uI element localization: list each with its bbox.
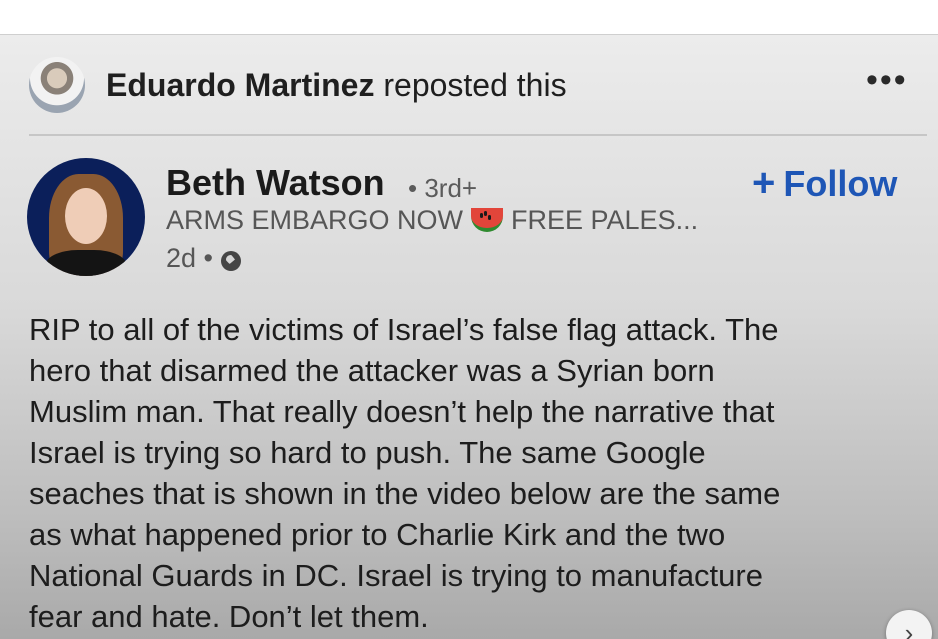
post-line: Muslim man. That really doesn’t help the…	[29, 394, 775, 429]
reposter-avatar[interactable]	[29, 57, 85, 113]
ellipsis-icon[interactable]: •••	[866, 63, 908, 97]
connection-degree: • 3rd+	[408, 173, 478, 203]
post-line: fear and hate. Don’t let them.	[29, 599, 429, 634]
avatar-body	[45, 250, 127, 276]
divider	[29, 134, 927, 136]
author-headline: ARMS EMBARGO NOW FREE PALES...	[166, 205, 698, 236]
repost-action: reposted this	[383, 67, 567, 103]
post-line: RIP to all of the victims of Israel’s fa…	[29, 312, 779, 347]
globe-icon	[221, 251, 241, 271]
repost-header: Eduardo Martinez reposted this •••	[0, 35, 938, 135]
repost-line: Eduardo Martinez reposted this	[106, 67, 567, 104]
post-body: RIP to all of the victims of Israel’s fa…	[29, 309, 919, 637]
post-line: hero that disarmed the attacker was a Sy…	[29, 353, 715, 388]
avatar-face	[65, 188, 107, 244]
post-line: as what happened prior to Charlie Kirk a…	[29, 517, 726, 552]
plus-icon: +	[752, 161, 776, 205]
headline-part-1: ARMS EMBARGO NOW	[166, 205, 464, 235]
post-line: National Guards in DC. Israel is trying …	[29, 558, 763, 593]
repost-card: Eduardo Martinez reposted this ••• Beth …	[0, 34, 938, 639]
author-avatar[interactable]	[27, 158, 145, 276]
reposter-name[interactable]: Eduardo Martinez	[106, 67, 374, 103]
follow-button[interactable]: + Follow	[752, 161, 897, 206]
follow-label: Follow	[783, 163, 898, 204]
headline-part-2: FREE PALES...	[511, 205, 699, 235]
post-line: seaches that is shown in the video below…	[29, 476, 781, 511]
post-line: Israel is trying so hard to push. The sa…	[29, 435, 706, 470]
post-age: 2d •	[166, 243, 213, 273]
author-name[interactable]: Beth Watson	[166, 162, 385, 204]
post-timestamp: 2d •	[166, 243, 241, 274]
watermelon-icon	[471, 208, 504, 232]
